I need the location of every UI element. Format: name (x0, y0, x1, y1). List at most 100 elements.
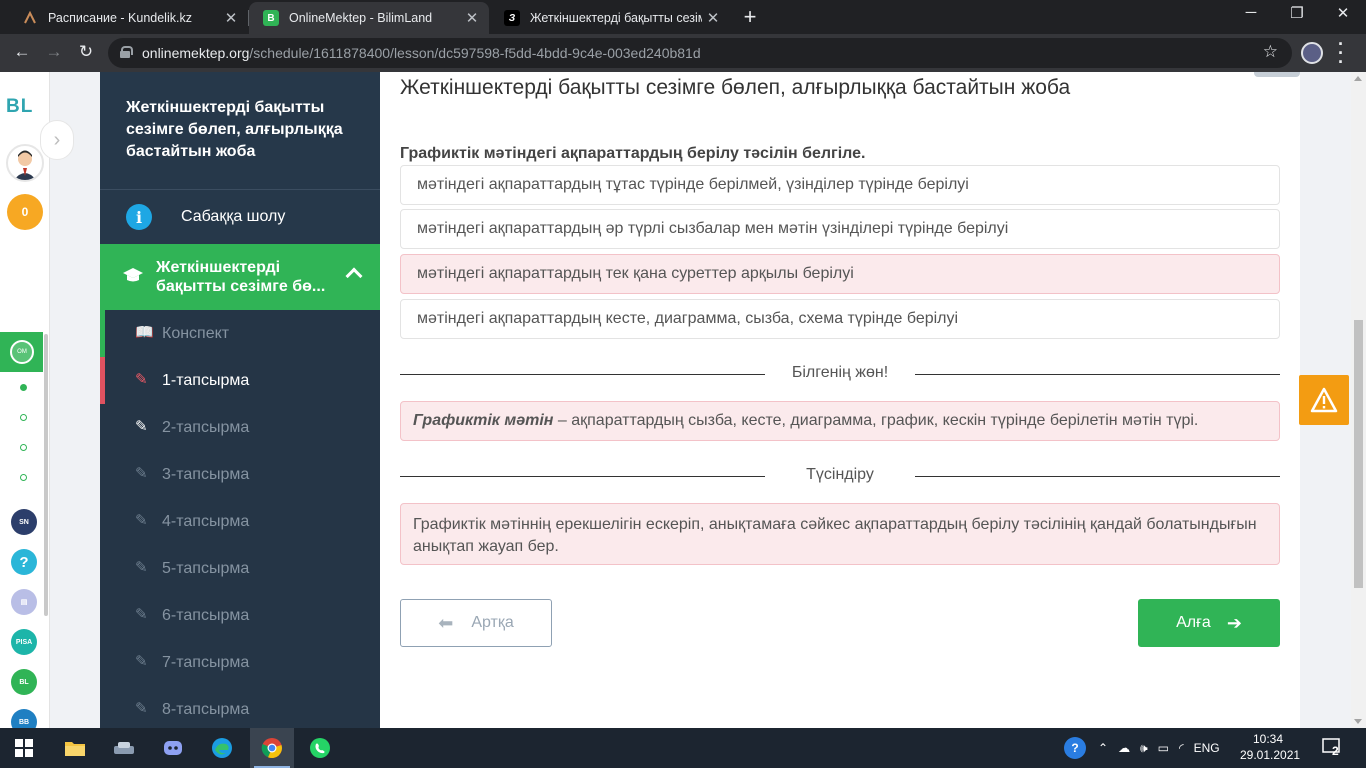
next-button-label: Алға (1176, 614, 1211, 631)
pisa-icon[interactable]: PISA (11, 629, 37, 655)
profile-avatar[interactable] (1301, 42, 1323, 64)
know-term: Графиктік мәтін (413, 412, 554, 429)
z-icon: З (504, 10, 520, 26)
divider-line (915, 476, 1280, 477)
explain-heading: Түсіндіру (806, 466, 874, 483)
star-icon[interactable]: ☆ (1263, 42, 1278, 62)
sidebar-item-task-2[interactable]: ✎ 2-тапсырма (100, 404, 380, 451)
chevron-up-tray-icon[interactable]: ⌃ (1098, 741, 1108, 755)
divider-line (915, 374, 1280, 375)
forward-arrow-icon[interactable]: → (42, 42, 66, 62)
smart-nation-icon[interactable]: SN (11, 509, 37, 535)
discord-icon[interactable] (161, 736, 185, 760)
sidebar-item-task-6[interactable]: ✎ 6-тапсырма (100, 592, 380, 639)
chrome-icon[interactable] (260, 736, 284, 760)
whatsapp-icon[interactable] (308, 736, 332, 760)
reload-icon[interactable]: ↻ (74, 42, 98, 62)
item-indicator (100, 545, 105, 592)
onedrive-icon[interactable]: ☁ (1118, 741, 1130, 755)
back-arrow-icon[interactable]: ← (10, 42, 34, 62)
tab-kundelik[interactable]: Расписание - Kundelik.kz ✕ (8, 2, 248, 34)
file-explorer-icon[interactable] (63, 736, 87, 760)
know-divider: Білгенің жөн! (400, 364, 1280, 384)
sidebar-item-label: 2-тапсырма (162, 418, 250, 436)
tab-lesson[interactable]: З Жеткіншектерді бақытты сезімге бөл ✕ (490, 2, 730, 34)
sidebar-item-task-3[interactable]: ✎ 3-тапсырма (100, 451, 380, 498)
know-heading: Білгенің жөн! (791, 364, 889, 381)
answer-option-3[interactable]: мәтіндегі ақпараттардың тек қана суретте… (400, 254, 1280, 294)
answer-option-1[interactable]: мәтіндегі ақпараттардың тұтас түрінде бе… (400, 165, 1280, 205)
answer-option-4[interactable]: мәтіндегі ақпараттардың кесте, диаграмма… (400, 299, 1280, 339)
url-host: onlinemektep.org (142, 45, 250, 61)
clock[interactable]: 10:34 29.01.2021 (1240, 731, 1300, 763)
board-icon[interactable]: ▤ (11, 589, 37, 615)
language-indicator[interactable]: ENG (1194, 741, 1220, 755)
rail-dot[interactable] (20, 384, 27, 391)
app-icon[interactable] (112, 736, 136, 760)
sidebar-item-task-8[interactable]: ✎ 8-тапсырма (100, 686, 380, 728)
next-button[interactable]: Алға ➔ (1138, 599, 1280, 647)
rail-dot[interactable] (20, 474, 27, 481)
rail-expand-chevron-icon[interactable]: › (40, 120, 74, 160)
sidebar-item-label: 8-тапсырма (162, 700, 250, 718)
menu-dots-icon[interactable]: · · · (1336, 35, 1346, 71)
know-text: – ақпараттардың сызба, кесте, диаграмма,… (553, 412, 1199, 429)
sidebar-item-overview[interactable]: i Сабаққа шолу (100, 191, 380, 243)
volume-icon[interactable]: 🕪 (1140, 741, 1148, 756)
item-indicator (100, 310, 105, 357)
sidebar-item-task-1[interactable]: ✎ 1-тапсырма (100, 357, 380, 404)
close-icon[interactable]: ✕ (702, 9, 724, 27)
back-button[interactable]: ⬅ Артқа (400, 599, 552, 647)
edit-icon: ✎ (135, 559, 148, 576)
maximize-button[interactable]: ❐ (1274, 4, 1320, 22)
help-icon[interactable]: ? (11, 549, 37, 575)
sidebar-item-task-5[interactable]: ✎ 5-тапсырма (100, 545, 380, 592)
scroll-down-icon[interactable] (1354, 719, 1362, 724)
sidebar-item-active-lesson[interactable]: Жеткіншектерді бақытты сезімге бө... (100, 244, 380, 310)
clock-time: 10:34 (1252, 732, 1284, 746)
sidebar-item-konspekt[interactable]: 📖 Конспект (100, 310, 380, 357)
explain-box: Графиктік мәтіннің ерекшелігін ескеріп, … (400, 503, 1280, 565)
answer-option-2[interactable]: мәтіндегі ақпараттардың әр түрлі сызбала… (400, 209, 1280, 249)
new-tab-button[interactable]: + (736, 4, 764, 30)
sidebar-item-label: 3-тапсырма (162, 465, 250, 483)
help-tray-icon[interactable]: ? (1064, 737, 1086, 759)
bl-logo[interactable]: BL (6, 96, 33, 118)
avatar[interactable] (6, 144, 44, 182)
wifi-icon[interactable]: ◜ (1179, 741, 1184, 755)
close-window-button[interactable]: ✕ (1320, 4, 1366, 22)
sidebar-item-task-7[interactable]: ✎ 7-тапсырма (100, 639, 380, 686)
card-top-handle (1254, 72, 1300, 77)
report-problem-button[interactable] (1299, 375, 1349, 425)
minimize-button[interactable]: ─ (1228, 4, 1274, 21)
battery-icon[interactable]: ▭ (1158, 741, 1169, 755)
lock-icon (120, 46, 133, 58)
close-icon[interactable]: ✕ (220, 9, 242, 27)
system-tray: ? ⌃ ☁ 🕪 ▭ ◜ ENG (1064, 728, 1220, 768)
windows-start-icon[interactable] (12, 736, 36, 760)
explain-divider: Түсіндіру (400, 466, 1280, 486)
close-icon[interactable]: ✕ (461, 9, 483, 27)
sidebar-item-task-4[interactable]: ✎ 4-тапсырма (100, 498, 380, 545)
item-indicator (100, 686, 105, 728)
info-icon: i (126, 204, 152, 230)
scroll-up-icon[interactable] (1354, 76, 1362, 81)
coins-badge: 0 (7, 194, 43, 230)
rail-dot[interactable] (20, 444, 27, 451)
url-field[interactable]: onlinemektep.org/schedule/1611878400/les… (108, 38, 1292, 68)
rail-scrollbar[interactable] (44, 334, 48, 616)
divider-line (400, 374, 765, 375)
item-indicator (100, 592, 105, 639)
rail-dot[interactable] (20, 414, 27, 421)
bilimland-rail-icon[interactable]: BL (11, 669, 37, 695)
sidebar-item-label: 4-тапсырма (162, 512, 250, 530)
scrollbar-thumb[interactable] (1354, 320, 1363, 588)
edge-icon[interactable] (210, 736, 234, 760)
tab-onlinemektep[interactable]: B OnlineMektep - BilimLand ✕ (249, 2, 489, 34)
chevron-up-icon[interactable] (345, 267, 363, 285)
item-indicator (100, 451, 105, 498)
page-scrollbar[interactable] (1351, 72, 1366, 728)
edit-icon: ✎ (135, 371, 148, 388)
notification-center-icon[interactable]: 2 (1322, 738, 1346, 758)
book-icon: 📖 (135, 324, 154, 341)
